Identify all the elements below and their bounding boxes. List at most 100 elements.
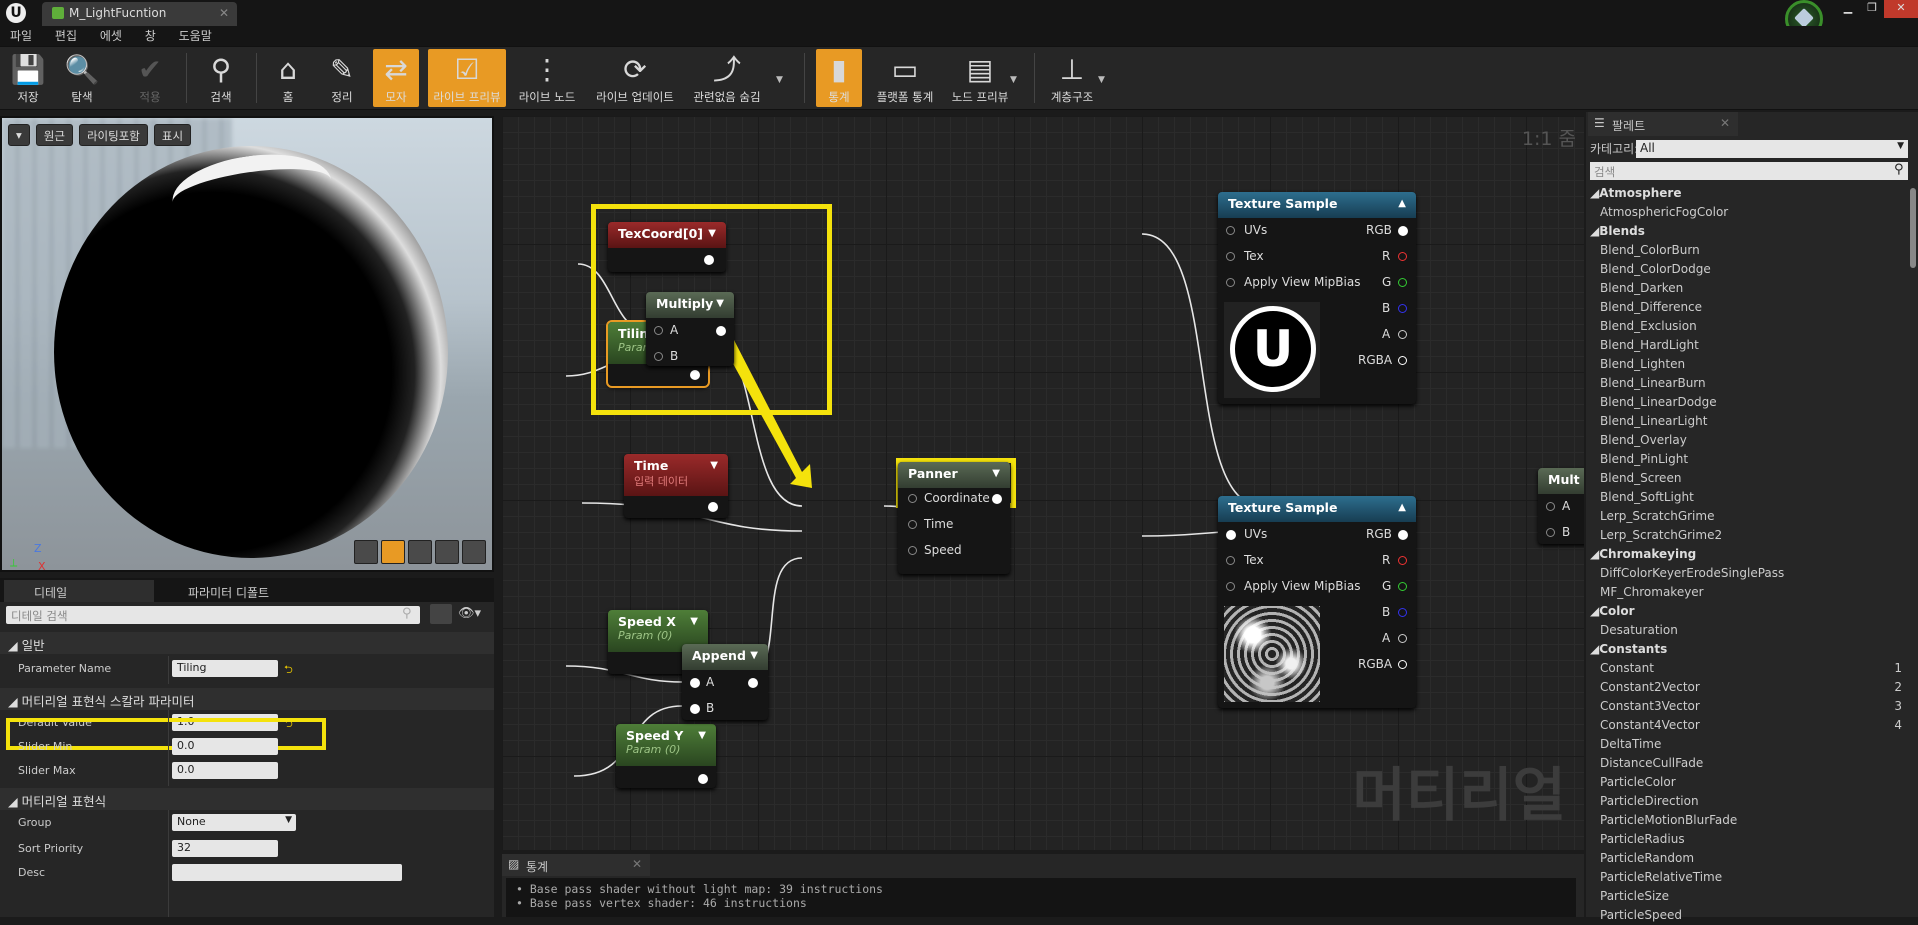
output-pin[interactable] xyxy=(716,326,726,336)
search-button[interactable]: ⚲ 검색 xyxy=(196,49,246,107)
palette-item[interactable]: Blend_Exclusion xyxy=(1586,317,1906,336)
save-button[interactable]: 💾 저장 xyxy=(6,49,50,107)
plane-icon[interactable] xyxy=(408,540,432,564)
details-search-input[interactable]: 디테일 검색 xyxy=(6,606,420,624)
palette-item[interactable]: ParticleRadius xyxy=(1586,830,1906,849)
close-window-icon[interactable]: ✕ xyxy=(1884,0,1918,18)
output-pin[interactable] xyxy=(1398,252,1407,261)
input-pin[interactable] xyxy=(908,494,917,503)
palette-search-input[interactable]: 검색 xyxy=(1590,162,1908,180)
output-pin[interactable] xyxy=(1398,660,1407,669)
palette-category[interactable]: ◢Constants xyxy=(1586,640,1906,659)
palette-item[interactable]: Blend_HardLight xyxy=(1586,336,1906,355)
output-pin[interactable] xyxy=(690,370,700,380)
palette-item[interactable]: Blend_Screen xyxy=(1586,469,1906,488)
teapot-icon[interactable] xyxy=(462,540,486,564)
palette-item[interactable]: ParticleSpeed xyxy=(1586,906,1906,925)
node-texcoord[interactable]: TexCoord[0] ▼ xyxy=(608,222,726,272)
palette-item[interactable]: Blend_ColorDodge xyxy=(1586,260,1906,279)
input-pin[interactable] xyxy=(690,678,700,688)
menu-help[interactable]: 도움말 xyxy=(169,26,221,44)
palette-scrollbar[interactable] xyxy=(1910,188,1916,268)
output-pin[interactable] xyxy=(704,255,714,265)
palette-item[interactable]: Lerp_ScratchGrime xyxy=(1586,507,1906,526)
node-multiply-2[interactable]: Mult A B xyxy=(1538,468,1584,544)
input-pin[interactable] xyxy=(1546,502,1555,511)
palette-item[interactable]: Constant4Vector 4 xyxy=(1586,716,1906,735)
node-panner[interactable]: Panner ▼ Coordinate Time Speed xyxy=(898,462,1010,574)
output-pin[interactable] xyxy=(748,678,758,688)
palette-item[interactable]: ParticleColor xyxy=(1586,773,1906,792)
palette-item[interactable]: Lerp_ScratchGrime2 xyxy=(1586,526,1906,545)
palette-item[interactable]: ParticleSize xyxy=(1586,887,1906,906)
lit-button[interactable]: 라이팅포함 xyxy=(78,124,148,146)
output-pin[interactable] xyxy=(992,494,1002,504)
tab-palette[interactable]: ☰ 팔레트 ✕ xyxy=(1588,112,1738,136)
show-button[interactable]: 표시 xyxy=(153,124,192,146)
palette-item[interactable]: Blend_Overlay xyxy=(1586,431,1906,450)
input-pin[interactable] xyxy=(1226,226,1235,235)
section-scalar-param[interactable]: ◢ 머티리얼 표현식 스칼라 파라미터 xyxy=(0,688,494,710)
palette-category[interactable]: ◢Blends xyxy=(1586,222,1906,241)
palette-item[interactable]: MF_Chromakeyer xyxy=(1586,583,1906,602)
menu-file[interactable]: 파일 xyxy=(0,26,41,44)
palette-item[interactable]: Blend_LinearLight xyxy=(1586,412,1906,431)
home-button[interactable]: ⌂ 홈 xyxy=(266,49,310,107)
palette-category[interactable]: ◢Atmosphere xyxy=(1586,184,1906,203)
output-pin[interactable] xyxy=(1398,608,1407,617)
collapse-icon[interactable]: ▼ xyxy=(716,298,724,309)
section-general[interactable]: ◢ 일반 xyxy=(0,632,494,654)
search-icon[interactable]: ⚲ xyxy=(402,606,412,621)
node-append[interactable]: Append ▼ A B xyxy=(682,644,768,720)
output-pin[interactable] xyxy=(698,774,708,784)
hierarchy-button[interactable]: ⊥ 계층구조 xyxy=(1044,49,1100,107)
menu-asset[interactable]: 에셋 xyxy=(90,26,131,44)
eye-icon[interactable]: 👁▾ xyxy=(458,606,481,621)
palette-item[interactable]: Desaturation xyxy=(1586,621,1906,640)
palette-item[interactable]: DeltaTime xyxy=(1586,735,1906,754)
output-pin[interactable] xyxy=(1398,582,1407,591)
live-nodes-button[interactable]: ⋮ 라이브 노드 xyxy=(514,49,580,107)
palette-item[interactable]: ParticleDirection xyxy=(1586,792,1906,811)
chevron-down-icon[interactable]: ▼ xyxy=(776,75,783,85)
node-speed-y[interactable]: Speed Y Param (0) ▼ xyxy=(616,724,716,788)
viewport-menu-button[interactable]: ▾ xyxy=(8,124,30,146)
palette-item[interactable]: Constant 1 xyxy=(1586,659,1906,678)
palette-category[interactable]: ◢Chromakeying xyxy=(1586,545,1906,564)
input-pin[interactable] xyxy=(654,352,663,361)
palette-item[interactable]: ParticleRelativeTime xyxy=(1586,868,1906,887)
palette-item[interactable]: ParticleRandom xyxy=(1586,849,1906,868)
chevron-down-icon[interactable]: ▼ xyxy=(1010,75,1017,85)
chevron-down-icon[interactable]: ▼ xyxy=(1098,75,1105,85)
material-graph[interactable]: 1:1 줌 머티리얼 TexCoord[0]▼ TilingParam (1)▼… xyxy=(502,116,1584,850)
document-tab[interactable]: M_LightFucntion ✕ xyxy=(42,2,237,26)
collapse-icon[interactable]: ▼ xyxy=(992,468,1000,479)
menu-edit[interactable]: 편집 xyxy=(45,26,86,44)
input-pin[interactable] xyxy=(908,546,917,555)
palette-item[interactable]: Constant3Vector 3 xyxy=(1586,697,1906,716)
hide-connectors-button[interactable]: ⇄ 모자 xyxy=(373,49,419,107)
cylinder-icon[interactable] xyxy=(354,540,378,564)
group-select[interactable]: None ▼ xyxy=(172,814,296,831)
desc-field[interactable] xyxy=(172,864,402,881)
browse-button[interactable]: 🔍 탐색 xyxy=(60,49,104,107)
output-pin[interactable] xyxy=(1398,634,1407,643)
input-pin[interactable] xyxy=(1226,278,1235,287)
tab-stats[interactable]: ▨ 통계 ✕ xyxy=(502,854,650,876)
stats-button[interactable]: ▮ 통계 xyxy=(816,49,862,107)
cube-icon[interactable] xyxy=(435,540,459,564)
close-tab-icon[interactable]: ✕ xyxy=(632,857,642,871)
platform-stats-button[interactable]: ▭ 플랫폼 통계 xyxy=(870,49,940,107)
preview-viewport[interactable]: ▾ 원근 라이팅포함 표시 Z X ⟂ xyxy=(0,116,494,572)
collapse-icon[interactable]: ▲ xyxy=(1398,198,1406,209)
tab-details[interactable]: 디테일 xyxy=(4,580,154,602)
live-preview-button[interactable]: ☑ 라이브 프리뷰 xyxy=(428,49,506,107)
sort-priority-field[interactable]: 32 xyxy=(172,840,278,857)
category-select[interactable]: All ▼ xyxy=(1636,140,1908,158)
reset-icon[interactable]: ⮌ xyxy=(284,661,293,680)
search-icon[interactable]: ⚲ xyxy=(1894,162,1904,177)
input-pin[interactable] xyxy=(908,520,917,529)
node-preview-button[interactable]: ▤ 노드 프리뷰 xyxy=(946,49,1014,107)
palette-item[interactable]: AtmosphericFogColor xyxy=(1586,203,1906,222)
palette-category[interactable]: ◢Color xyxy=(1586,602,1906,621)
